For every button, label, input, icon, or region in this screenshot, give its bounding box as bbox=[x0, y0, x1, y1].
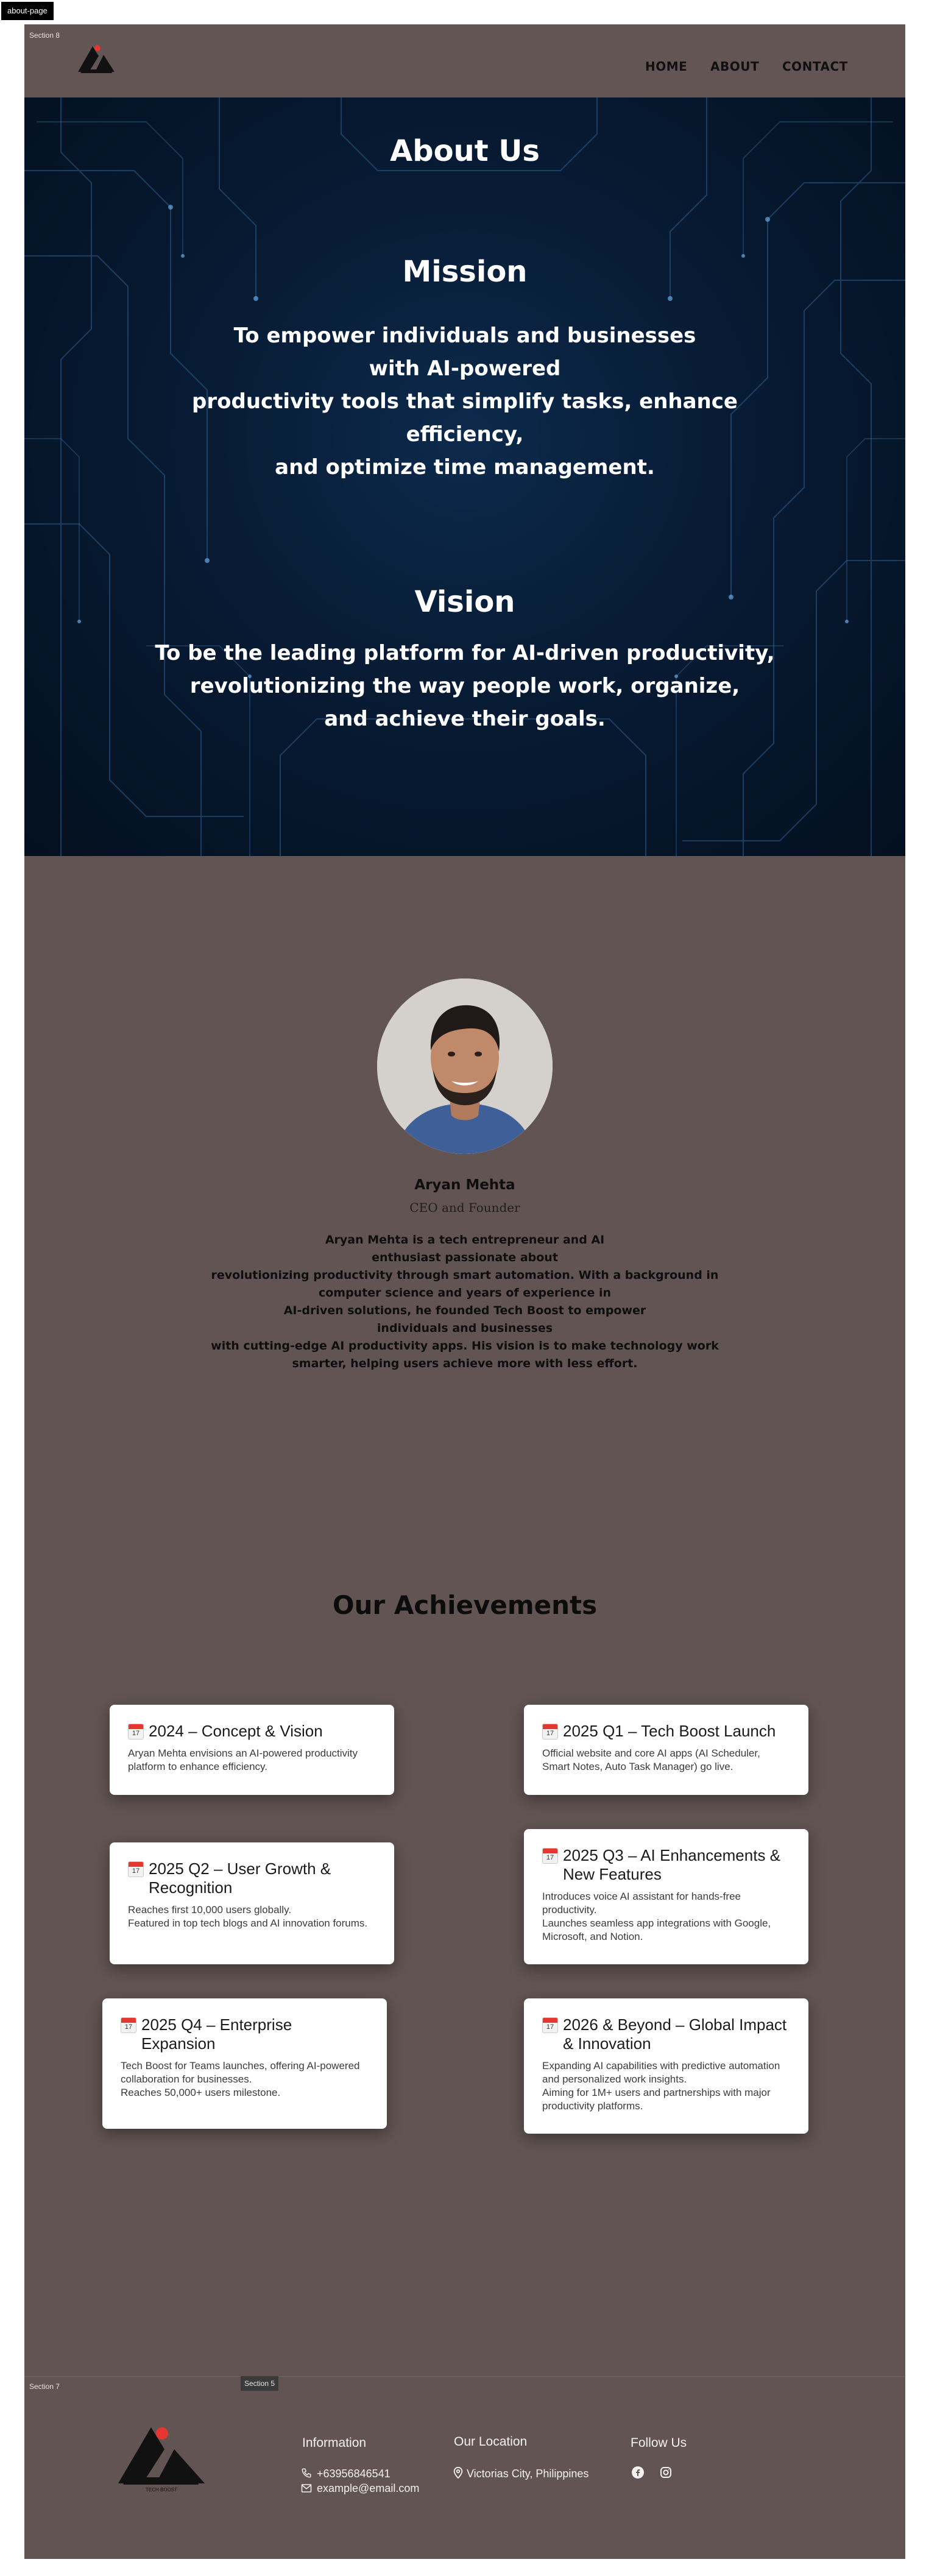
nav-contact[interactable]: CONTACT bbox=[782, 59, 848, 74]
mission-text-line: To empower individuals and businesses bbox=[233, 324, 696, 348]
achievement-title: 2025 Q1 – Tech Boost Launch bbox=[563, 1722, 776, 1740]
founder-name: Aryan Mehta bbox=[414, 1177, 515, 1193]
founder-bio-line: enthusiast passionate about bbox=[372, 1251, 558, 1264]
site-header bbox=[24, 24, 905, 97]
vision-text-line: To be the leading platform for AI-driven… bbox=[155, 641, 775, 665]
achievement-title: 2025 Q2 – User Growth & Recognition bbox=[149, 1859, 331, 1897]
founder-bio-line: AI-driven solutions, he founded Tech Boo… bbox=[283, 1304, 646, 1317]
footer-divider bbox=[24, 2376, 905, 2377]
footer-location: Victorias City, Philippines bbox=[467, 2468, 589, 2480]
footer-logo[interactable]: TECH BOOST bbox=[116, 2424, 207, 2497]
founder-bio-line: computer science and years of experience… bbox=[318, 1286, 612, 1300]
vision-text-line: and achieve their goals. bbox=[324, 707, 606, 731]
mission-text-line: productivity tools that simplify tasks, … bbox=[192, 389, 738, 414]
achievement-title: 2025 Q4 – Enterprise Expansion bbox=[141, 2015, 292, 2053]
facebook-icon[interactable] bbox=[632, 2466, 644, 2479]
mission-text-line: and optimize time management. bbox=[275, 455, 655, 479]
mission-heading: Mission bbox=[402, 255, 528, 289]
founder-bio-line: Aryan Mehta is a tech entrepreneur and A… bbox=[325, 1233, 605, 1247]
nav-home[interactable]: HOME bbox=[645, 59, 687, 74]
calendar-icon bbox=[128, 1861, 144, 1877]
achievement-card: 2026 & Beyond – Global Impact & Innovati… bbox=[524, 1998, 808, 2134]
achievement-text: Aiming for 1M+ users and partnerships wi… bbox=[542, 2087, 771, 2112]
achievement-card: 2024 – Concept & Vision Aryan Mehta envi… bbox=[110, 1705, 394, 1795]
achievement-text: Reaches 50,000+ users milestone. bbox=[121, 2087, 281, 2098]
calendar-icon bbox=[542, 2017, 558, 2033]
achievement-text: Reaches first 10,000 users globally. bbox=[128, 1904, 292, 1916]
nav-about[interactable]: ABOUT bbox=[710, 59, 759, 74]
logo-icon bbox=[118, 2427, 205, 2485]
founder-bio-line: revolutionizing productivity through sma… bbox=[211, 1269, 719, 1282]
achievement-card: 2025 Q4 – Enterprise Expansion Tech Boos… bbox=[102, 1998, 387, 2129]
achievement-card: 2025 Q2 – User Growth & Recognition Reac… bbox=[110, 1842, 394, 1964]
founder-avatar bbox=[377, 978, 553, 1154]
mission-text-line: with AI-powered bbox=[369, 356, 561, 381]
achievement-title: 2025 Q3 – AI Enhancements & New Features bbox=[563, 1846, 781, 1883]
footer-location-heading: Our Location bbox=[454, 2435, 528, 2449]
calendar-icon bbox=[128, 1724, 144, 1739]
about-hero: About Us Mission To empower individuals … bbox=[24, 97, 905, 856]
achievement-title: 2024 – Concept & Vision bbox=[149, 1722, 323, 1740]
achievement-text: Aryan Mehta envisions an AI-powered prod… bbox=[128, 1747, 358, 1772]
achievement-card: 2025 Q1 – Tech Boost Launch Official web… bbox=[524, 1705, 808, 1795]
section-label-footer-mid: Section 5 bbox=[241, 2376, 279, 2391]
footer-logo-caption: TECH BOOST bbox=[145, 2487, 177, 2493]
founder-bio-line: individuals and businesses bbox=[376, 1322, 553, 1335]
founder-role: CEO and Founder bbox=[409, 1200, 520, 1215]
logo-icon bbox=[78, 45, 115, 73]
achievements-heading: Our Achievements bbox=[332, 1590, 598, 1620]
calendar-icon bbox=[542, 1724, 558, 1739]
section-label-top: Section 8 bbox=[29, 31, 60, 40]
achievement-text: Official website and core AI apps (AI Sc… bbox=[542, 1747, 760, 1772]
achievement-title: 2026 & Beyond – Global Impact & Innovati… bbox=[563, 2015, 787, 2053]
mission-text-line: efficiency, bbox=[406, 422, 524, 447]
page-tag: about-page bbox=[1, 2, 54, 20]
founder-bio-line: smarter, helping users achieve more with… bbox=[292, 1357, 638, 1370]
achievement-text: Launches seamless app integrations with … bbox=[542, 1917, 771, 1942]
achievement-card: 2025 Q3 – AI Enhancements & New Features… bbox=[524, 1829, 808, 1964]
mail-icon bbox=[301, 2483, 312, 2496]
achievement-text: Featured in top tech blogs and AI innova… bbox=[128, 1917, 368, 1929]
section-label-footer-left: Section 7 bbox=[29, 2382, 60, 2391]
achievement-text: Expanding AI capabilities with predictiv… bbox=[542, 2060, 780, 2085]
header-logo[interactable] bbox=[77, 43, 117, 76]
calendar-icon bbox=[542, 1848, 558, 1864]
footer-phone[interactable]: +63956846541 bbox=[317, 2468, 391, 2480]
achievement-text: Introduces voice AI assistant for hands-… bbox=[542, 1891, 741, 1916]
achievement-text: Tech Boost for Teams launches, offering … bbox=[121, 2060, 360, 2085]
page-title: About Us bbox=[390, 134, 540, 168]
location-pin-icon bbox=[453, 2466, 463, 2481]
phone-icon bbox=[301, 2468, 312, 2481]
founder-bio-line: with cutting-edge AI productivity apps. … bbox=[211, 1339, 719, 1353]
vision-heading: Vision bbox=[414, 585, 515, 619]
footer-email[interactable]: example@email.com bbox=[317, 2482, 419, 2495]
founder-photo bbox=[377, 978, 553, 1154]
calendar-icon bbox=[121, 2017, 136, 2033]
vision-text-line: revolutionizing the way people work, org… bbox=[189, 674, 740, 698]
instagram-icon[interactable] bbox=[660, 2466, 672, 2479]
footer-info-heading: Information bbox=[302, 2436, 367, 2450]
footer-follow-heading: Follow Us bbox=[631, 2436, 687, 2450]
